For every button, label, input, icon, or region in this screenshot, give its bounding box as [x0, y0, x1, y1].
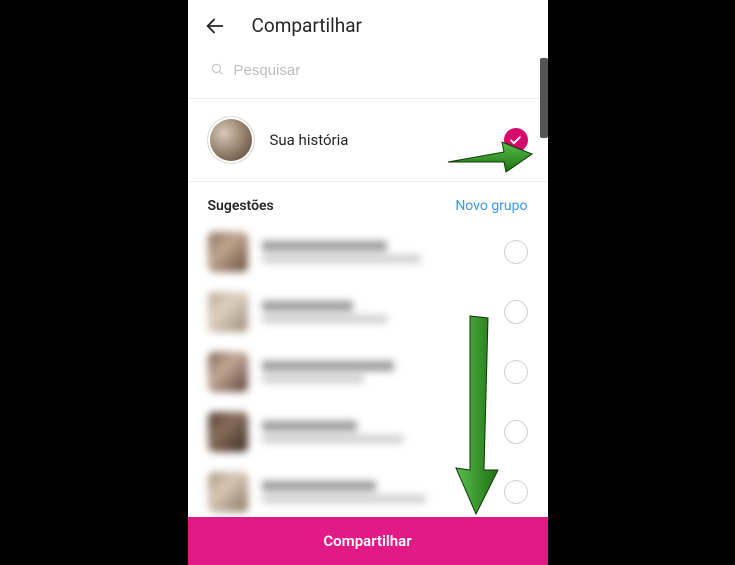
select-radio[interactable] — [504, 420, 528, 444]
search-container — [188, 55, 548, 99]
scrollbar[interactable] — [540, 58, 548, 138]
avatar — [208, 117, 254, 163]
select-radio[interactable] — [504, 360, 528, 384]
your-story-label: Sua história — [270, 131, 488, 149]
suggestion-list — [188, 222, 548, 517]
select-radio[interactable] — [504, 480, 528, 504]
share-screen: Compartilhar Sua história Sugestões Novo… — [188, 0, 548, 565]
back-arrow-icon[interactable] — [204, 15, 226, 37]
select-radio[interactable] — [504, 240, 528, 264]
user-name-blurred — [262, 301, 490, 323]
new-group-link[interactable]: Novo grupo — [455, 198, 527, 214]
user-name-blurred — [262, 421, 490, 443]
avatar — [208, 352, 248, 392]
select-radio[interactable] — [504, 300, 528, 324]
search-icon — [210, 61, 224, 80]
list-item[interactable] — [188, 342, 548, 402]
avatar — [208, 292, 248, 332]
list-item[interactable] — [188, 462, 548, 517]
list-item[interactable] — [188, 402, 548, 462]
user-name-blurred — [262, 241, 490, 263]
avatar — [208, 232, 248, 272]
page-title: Compartilhar — [252, 14, 362, 37]
list-item[interactable] — [188, 222, 548, 282]
search-input[interactable] — [234, 62, 526, 79]
header: Compartilhar — [188, 0, 548, 55]
your-story-row[interactable]: Sua história — [188, 99, 548, 182]
suggestions-title: Sugestões — [208, 198, 274, 214]
share-button[interactable]: Compartilhar — [188, 517, 548, 565]
avatar — [208, 472, 248, 512]
suggestions-header: Sugestões Novo grupo — [188, 182, 548, 222]
list-item[interactable] — [188, 282, 548, 342]
user-name-blurred — [262, 361, 490, 383]
avatar — [208, 412, 248, 452]
user-name-blurred — [262, 481, 490, 503]
story-selected-check-icon[interactable] — [504, 128, 528, 152]
